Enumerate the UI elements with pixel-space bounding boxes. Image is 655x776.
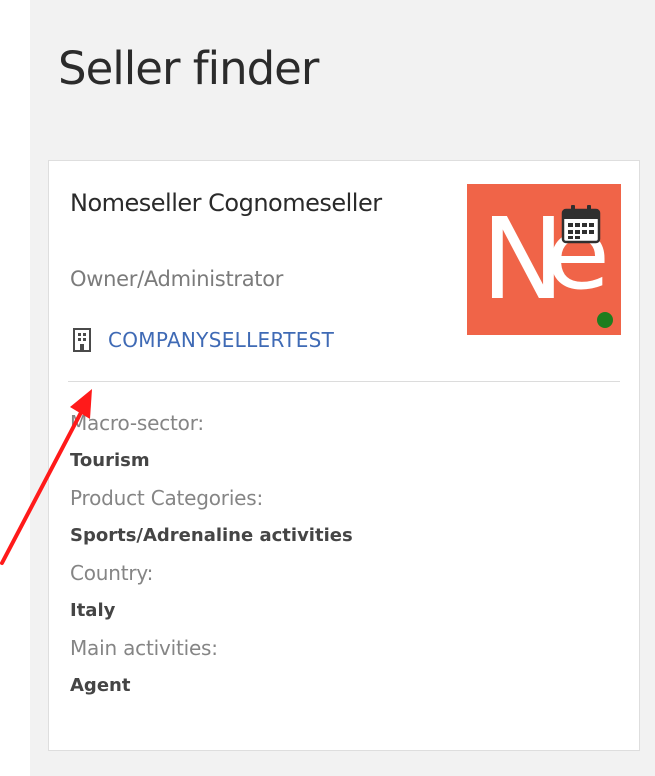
detail-value: Agent [70, 675, 131, 696]
page-title: Seller finder [58, 42, 319, 95]
detail-main-activities: Main activities: Agent [70, 630, 353, 705]
detail-product-categories: Product Categories: Sports/Adrenaline ac… [70, 480, 353, 555]
detail-label: Country: [70, 561, 154, 585]
detail-value: Italy [70, 600, 116, 621]
seller-details: Macro-sector: Tourism Product Categories… [70, 405, 353, 705]
avatar[interactable]: N e [467, 184, 621, 335]
detail-value: Sports/Adrenaline activities [70, 525, 353, 546]
company-row[interactable]: COMPANYSELLERTEST [72, 322, 334, 358]
detail-value: Tourism [70, 450, 150, 471]
annotation-arrow [0, 389, 92, 565]
seller-role: Owner/Administrator [70, 267, 284, 291]
detail-country: Country: Italy [70, 555, 353, 630]
building-icon [73, 328, 91, 352]
detail-label: Product Categories: [70, 486, 264, 510]
seller-name: Nomeseller Cognomeseller [70, 189, 382, 217]
online-status-dot [597, 312, 613, 328]
detail-label: Macro-sector: [70, 411, 204, 435]
company-link[interactable]: COMPANYSELLERTEST [108, 328, 334, 352]
detail-macro-sector: Macro-sector: Tourism [70, 405, 353, 480]
detail-label: Main activities: [70, 636, 218, 660]
card-divider [68, 381, 620, 382]
calendar-icon [561, 205, 601, 244]
